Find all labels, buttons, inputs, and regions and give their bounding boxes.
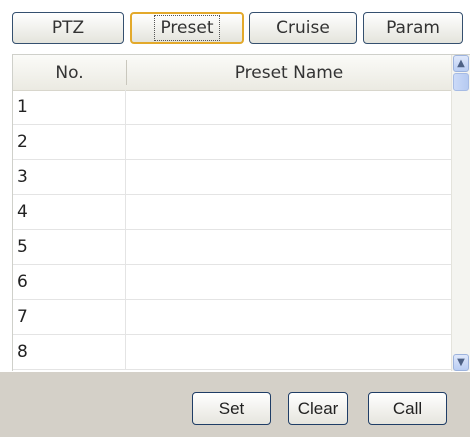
tab-param[interactable]: Param	[363, 12, 463, 44]
table-body: 1 2 3 4 5 6 7 8	[13, 90, 451, 370]
vertical-scrollbar[interactable]: ▲ ▼	[451, 55, 470, 371]
column-header-preset-name[interactable]: Preset Name	[127, 55, 451, 90]
scroll-up-button[interactable]: ▲	[453, 55, 469, 72]
table-row[interactable]: 3	[13, 160, 451, 195]
cell-preset-name[interactable]	[127, 300, 451, 334]
cell-no: 6	[13, 265, 126, 299]
set-button[interactable]: Set	[192, 392, 271, 425]
table-row[interactable]: 1	[13, 90, 451, 125]
clear-button[interactable]: Clear	[288, 392, 348, 425]
cell-no: 1	[13, 90, 126, 124]
tab-preset-label: Preset	[154, 15, 220, 41]
cell-preset-name[interactable]	[127, 160, 451, 194]
chevron-down-icon: ▼	[457, 356, 465, 368]
cell-preset-name[interactable]	[127, 90, 451, 124]
cell-preset-name[interactable]	[127, 265, 451, 299]
tab-cruise-label: Cruise	[276, 18, 330, 38]
tab-ptz-label: PTZ	[51, 18, 85, 38]
cell-preset-name[interactable]	[127, 195, 451, 229]
cell-no: 4	[13, 195, 126, 229]
table-row[interactable]: 8	[13, 335, 451, 370]
chevron-up-icon: ▲	[457, 57, 465, 69]
table-row[interactable]: 5	[13, 230, 451, 265]
cell-no: 8	[13, 335, 126, 369]
table-row[interactable]: 2	[13, 125, 451, 160]
table-header: No. Preset Name	[13, 55, 451, 91]
tab-bar: PTZ Preset Cruise Param	[0, 0, 470, 52]
call-button[interactable]: Call	[368, 392, 447, 425]
tab-cruise[interactable]: Cruise	[249, 12, 357, 44]
button-bar: Set Clear Call	[0, 372, 470, 437]
cell-no: 3	[13, 160, 126, 194]
cell-no: 2	[13, 125, 126, 159]
cell-no: 5	[13, 230, 126, 264]
table-row[interactable]: 7	[13, 300, 451, 335]
cell-preset-name[interactable]	[127, 125, 451, 159]
tab-param-label: Param	[386, 18, 440, 38]
preset-table: No. Preset Name 1 2 3 4 5 6 7 8 ▲ ▼	[12, 54, 470, 371]
cell-preset-name[interactable]	[127, 230, 451, 264]
cell-no: 7	[13, 300, 126, 334]
cell-preset-name[interactable]	[127, 335, 451, 369]
tab-ptz[interactable]: PTZ	[12, 12, 124, 44]
column-header-no[interactable]: No.	[13, 55, 126, 90]
tab-preset[interactable]: Preset	[130, 12, 244, 44]
table-row[interactable]: 6	[13, 265, 451, 300]
scrollbar-thumb[interactable]	[453, 73, 469, 91]
scroll-down-button[interactable]: ▼	[453, 354, 469, 371]
table-row[interactable]: 4	[13, 195, 451, 230]
